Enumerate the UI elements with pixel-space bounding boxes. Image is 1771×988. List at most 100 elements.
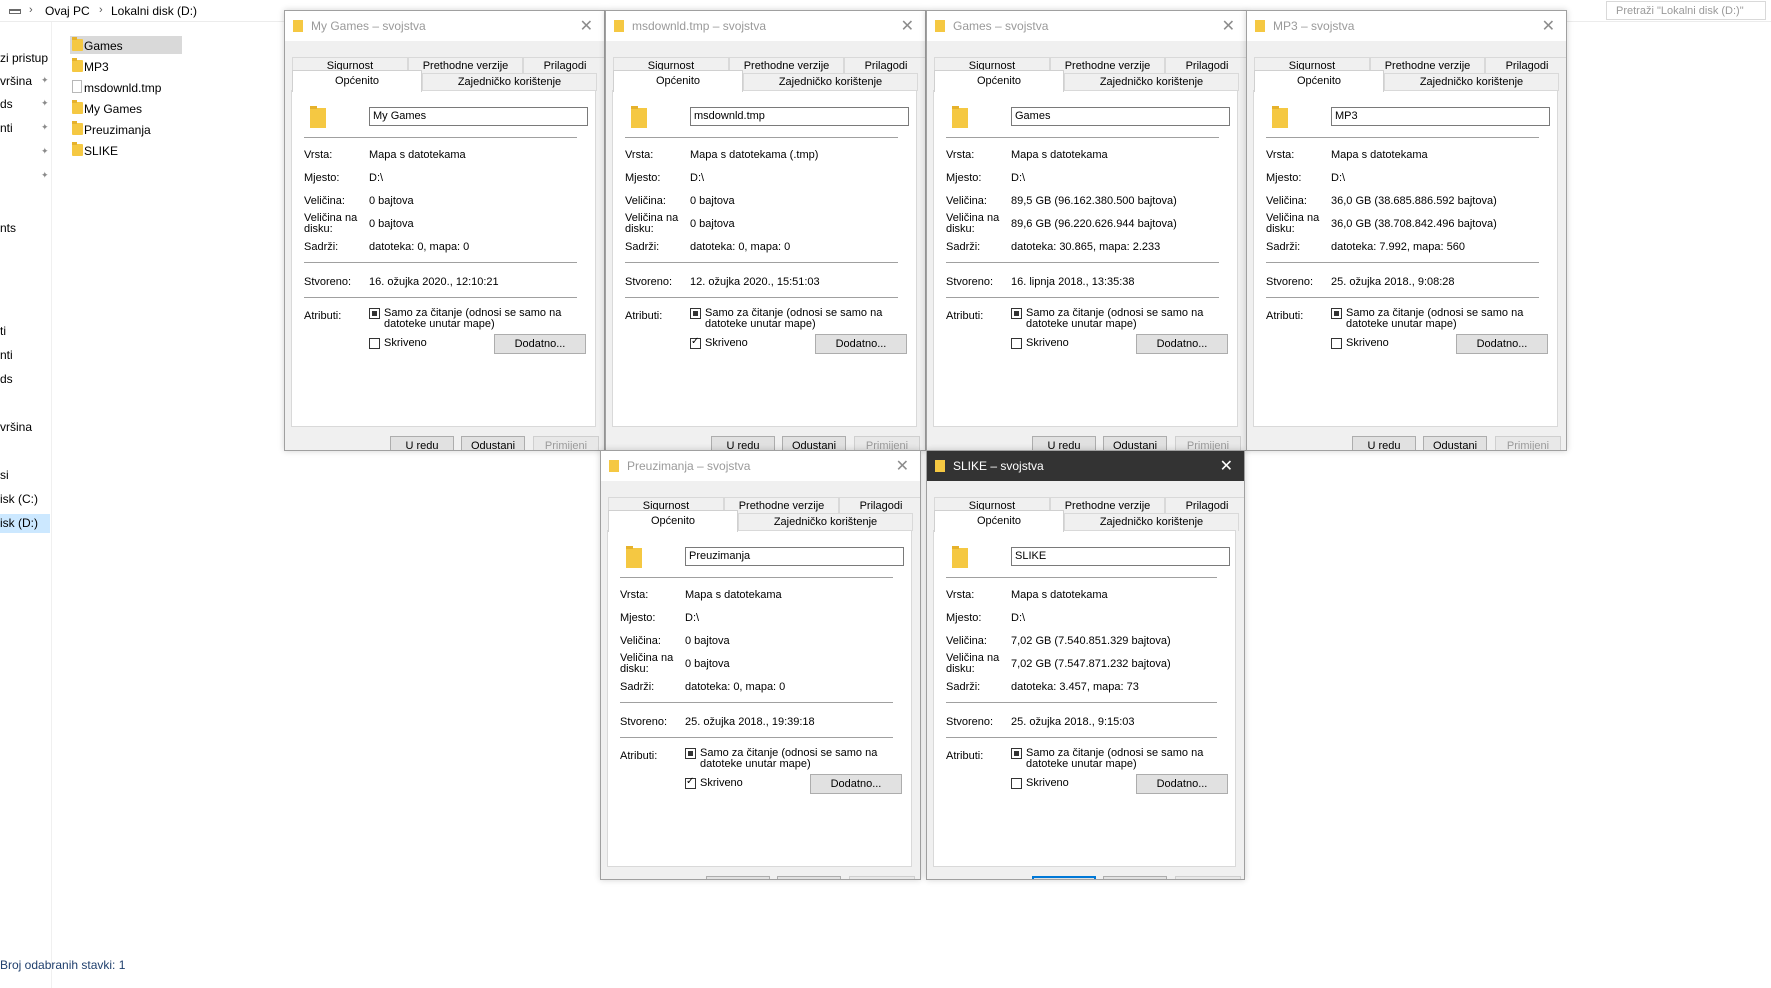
tab-general[interactable]: Općenito xyxy=(613,70,743,92)
list-item[interactable]: SLIKE xyxy=(70,141,180,159)
folder-name-input[interactable]: MP3 xyxy=(1331,107,1550,126)
tab-general[interactable]: Općenito xyxy=(292,70,422,92)
breadcrumb-this-pc[interactable]: Ovaj PC xyxy=(45,4,90,18)
hidden-checkbox[interactable] xyxy=(1011,338,1022,349)
nav-item[interactable]: nts xyxy=(0,219,50,238)
tab-general[interactable]: Općenito xyxy=(608,510,738,532)
tab-sharing[interactable]: Zajedničko korištenje xyxy=(422,73,597,91)
nav-item-drive-d[interactable]: isk (D:) xyxy=(0,514,50,533)
apply-button[interactable]: Primijeni xyxy=(1175,876,1241,879)
tab-sharing[interactable]: Zajedničko korištenje xyxy=(743,73,918,91)
advanced-button[interactable]: Dodatno... xyxy=(815,334,907,354)
folder-name-input[interactable]: msdownld.tmp xyxy=(690,107,909,126)
dialog-titlebar[interactable]: Games – svojstva ✕ xyxy=(927,11,1246,41)
properties-dialog[interactable]: My Games – svojstva ✕ Sigurnost Prethodn… xyxy=(284,10,605,451)
nav-item[interactable]: vršina xyxy=(0,418,50,437)
apply-button[interactable]: Primijeni xyxy=(1175,436,1241,450)
search-input[interactable]: Pretraži "Lokalni disk (D:)" xyxy=(1606,1,1766,20)
chevron-right-icon[interactable]: › xyxy=(99,4,103,16)
properties-dialog[interactable]: MP3 – svojstva ✕ Sigurnost Prethodne ver… xyxy=(1246,10,1567,451)
drive-icon xyxy=(9,9,21,14)
readonly-checkbox[interactable] xyxy=(690,308,701,319)
advanced-button[interactable]: Dodatno... xyxy=(494,334,586,354)
dialog-titlebar[interactable]: msdownld.tmp – svojstva ✕ xyxy=(606,11,925,41)
hidden-checkbox[interactable] xyxy=(685,776,696,789)
cancel-button[interactable]: Odustani xyxy=(1103,876,1167,879)
advanced-button[interactable]: Dodatno... xyxy=(1456,334,1548,354)
close-icon[interactable]: ✕ xyxy=(1220,456,1233,475)
nav-item[interactable]: ds ✦ xyxy=(0,95,50,114)
file-name: My Games xyxy=(84,102,143,116)
advanced-button[interactable]: Dodatno... xyxy=(810,774,902,794)
breadcrumb-drive-d[interactable]: Lokalni disk (D:) xyxy=(111,4,197,18)
properties-dialog[interactable]: SLIKE – svojstva ✕ Sigurnost Prethodne v… xyxy=(926,450,1245,880)
list-item[interactable]: Preuzimanja xyxy=(70,120,180,138)
readonly-checkbox[interactable] xyxy=(1331,308,1342,319)
tab-sharing[interactable]: Zajedničko korištenje xyxy=(1064,513,1239,531)
folder-name-input[interactable]: Preuzimanja xyxy=(685,547,904,566)
folder-icon xyxy=(72,100,83,114)
tab-sharing[interactable]: Zajedničko korištenje xyxy=(738,513,913,531)
hidden-checkbox[interactable] xyxy=(369,338,380,349)
dialog-titlebar[interactable]: MP3 – svojstva ✕ xyxy=(1247,11,1566,41)
close-icon[interactable]: ✕ xyxy=(580,16,593,35)
list-item[interactable]: My Games xyxy=(70,99,180,117)
nav-item[interactable]: ds xyxy=(0,370,50,389)
chevron-right-icon[interactable]: › xyxy=(29,4,33,16)
cancel-button[interactable]: Odustani xyxy=(1423,436,1487,450)
dialog-titlebar[interactable]: Preuzimanja – svojstva ✕ xyxy=(601,451,920,481)
hidden-checkbox[interactable] xyxy=(1331,338,1342,349)
ok-button[interactable]: U redu xyxy=(390,436,454,450)
hidden-checkbox[interactable] xyxy=(690,336,701,349)
apply-button[interactable]: Primijeni xyxy=(1495,436,1561,450)
ok-button[interactable]: U redu xyxy=(1032,436,1096,450)
apply-button[interactable]: Primijeni xyxy=(533,436,599,450)
ok-button[interactable]: U redu xyxy=(706,876,770,879)
readonly-checkbox[interactable] xyxy=(1011,308,1022,319)
nav-item[interactable]: ti xyxy=(0,322,50,341)
close-icon[interactable]: ✕ xyxy=(896,456,909,475)
folder-name-input[interactable]: Games xyxy=(1011,107,1230,126)
cancel-button[interactable]: Odustani xyxy=(461,436,525,450)
folder-name-input[interactable]: My Games xyxy=(369,107,588,126)
list-item[interactable]: msdownld.tmp xyxy=(70,78,180,96)
advanced-button[interactable]: Dodatno... xyxy=(1136,774,1228,794)
properties-dialog[interactable]: Games – svojstva ✕ Sigurnost Prethodne v… xyxy=(926,10,1247,451)
nav-item[interactable]: ✦ xyxy=(0,167,50,186)
list-item[interactable]: Games xyxy=(70,36,182,54)
close-icon[interactable]: ✕ xyxy=(1222,16,1235,35)
nav-item[interactable]: zi pristup xyxy=(0,49,50,68)
hidden-checkbox[interactable] xyxy=(1011,778,1022,789)
apply-button[interactable]: Primijeni xyxy=(854,436,920,450)
properties-dialog[interactable]: Preuzimanja – svojstva ✕ Sigurnost Preth… xyxy=(600,450,921,880)
readonly-checkbox[interactable] xyxy=(1011,748,1022,759)
tab-general[interactable]: Općenito xyxy=(1254,70,1384,92)
ok-button[interactable]: U redu xyxy=(711,436,775,450)
nav-item[interactable]: si xyxy=(0,466,50,485)
tab-general[interactable]: Općenito xyxy=(934,70,1064,92)
dialog-titlebar[interactable]: My Games – svojstva ✕ xyxy=(285,11,604,41)
dialog-titlebar[interactable]: SLIKE – svojstva ✕ xyxy=(927,451,1244,481)
nav-item[interactable]: ✦ xyxy=(0,143,50,162)
tab-sharing[interactable]: Zajedničko korištenje xyxy=(1064,73,1239,91)
nav-item-drive-c[interactable]: isk (C:) xyxy=(0,490,50,509)
tab-general[interactable]: Općenito xyxy=(934,510,1064,532)
close-icon[interactable]: ✕ xyxy=(901,16,914,35)
close-icon[interactable]: ✕ xyxy=(1542,16,1555,35)
nav-item[interactable]: vršina ✦ xyxy=(0,72,50,91)
folder-name-input[interactable]: SLIKE xyxy=(1011,547,1230,566)
readonly-checkbox[interactable] xyxy=(369,308,380,319)
cancel-button[interactable]: Odustani xyxy=(777,876,841,879)
readonly-checkbox[interactable] xyxy=(685,748,696,759)
nav-item[interactable]: nti ✦ xyxy=(0,119,50,138)
ok-button[interactable]: U redu xyxy=(1352,436,1416,450)
properties-dialog[interactable]: msdownld.tmp – svojstva ✕ Sigurnost Pret… xyxy=(605,10,926,451)
cancel-button[interactable]: Odustani xyxy=(782,436,846,450)
advanced-button[interactable]: Dodatno... xyxy=(1136,334,1228,354)
apply-button[interactable]: Primijeni xyxy=(849,876,915,879)
ok-button[interactable]: U redu xyxy=(1032,876,1096,879)
nav-item[interactable]: nti xyxy=(0,346,50,365)
list-item[interactable]: MP3 xyxy=(70,57,180,75)
cancel-button[interactable]: Odustani xyxy=(1103,436,1167,450)
tab-sharing[interactable]: Zajedničko korištenje xyxy=(1384,73,1559,91)
